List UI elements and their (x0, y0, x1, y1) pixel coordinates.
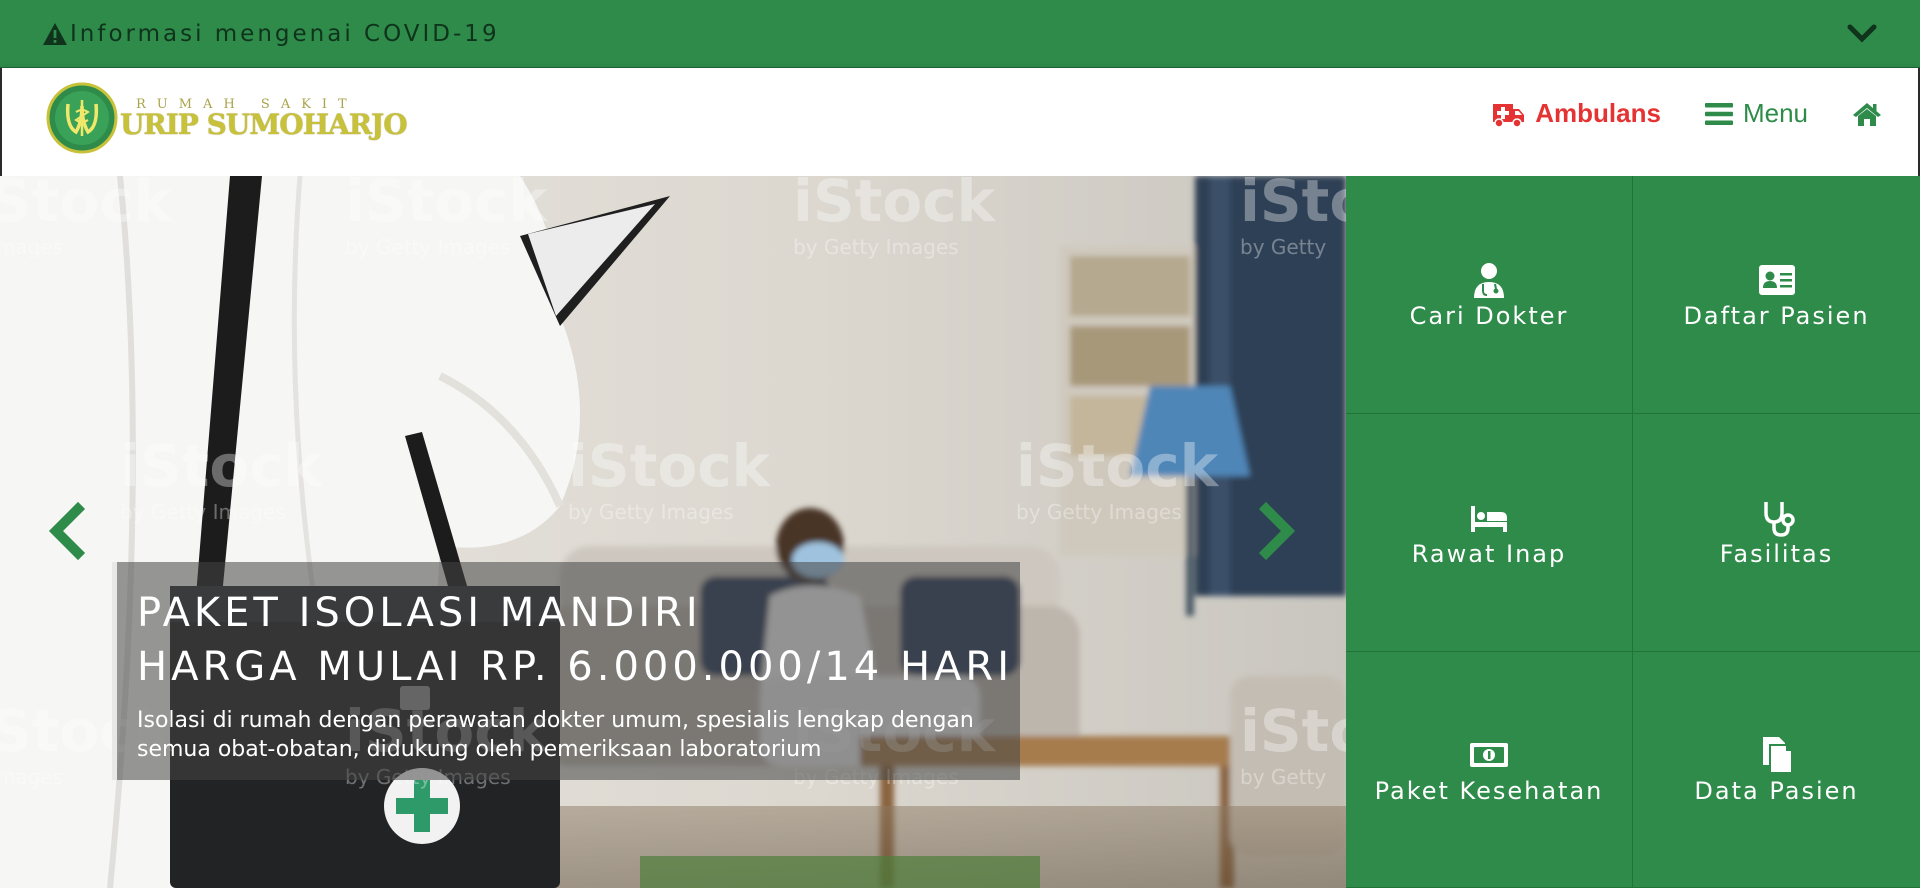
doctor-icon (1474, 262, 1504, 298)
tile-label: Daftar Pasien (1683, 301, 1870, 330)
slide-caption: PAKET ISOLASI MANDIRI HARGA MULAI RP. 6.… (112, 562, 1020, 780)
svg-text:by Getty Images: by Getty Images (345, 235, 511, 259)
tile-label: Data Pasien (1694, 776, 1859, 805)
documents-icon (1762, 736, 1793, 774)
chevron-down-icon[interactable] (1846, 22, 1878, 46)
home-link[interactable] (1852, 101, 1882, 127)
svg-text:by Getty Images: by Getty Images (793, 235, 959, 259)
tile-fasilitas[interactable]: Fasilitas (1633, 414, 1920, 652)
quick-access-grid: Cari Dokter Daftar Pasien Rawat Inap Fas… (1346, 176, 1920, 888)
site-logo[interactable]: RUMAH SAKIT URIP SUMOHARJO (46, 82, 408, 154)
slide-title-line2: HARGA MULAI RP. 6.000.000/14 HARI (137, 644, 1013, 690)
id-card-icon (1758, 264, 1795, 295)
hero-image: iStock iStock iStock iStock Images by Ge… (0, 176, 1346, 888)
site-header: RUMAH SAKIT URIP SUMOHARJO Ambulans Menu (0, 68, 1920, 176)
svg-text:iStock: iStock (120, 432, 324, 500)
svg-text:Images: Images (0, 765, 63, 789)
tile-rawat-inap[interactable]: Rawat Inap (1346, 414, 1633, 652)
covid-banner[interactable]: Informasi mengenai COVID-19 (0, 0, 1920, 68)
tile-paket-kesehatan[interactable]: Paket Kesehatan (1346, 652, 1633, 888)
header-nav: Ambulans Menu (1447, 98, 1882, 129)
svg-text:Images: Images (0, 235, 63, 259)
money-icon (1470, 742, 1508, 767)
ambulance-icon (1493, 103, 1525, 128)
ambulance-label: Ambulans (1535, 98, 1661, 128)
slider-next-arrow-icon[interactable] (1256, 501, 1300, 561)
menu-button[interactable]: Menu (1704, 98, 1808, 129)
svg-text:iStock: iStock (1016, 432, 1220, 500)
svg-text:iStock: iStock (1240, 176, 1346, 235)
home-icon (1853, 102, 1881, 126)
covid-banner-text: Informasi mengenai COVID-19 (70, 20, 500, 47)
svg-text:by Getty Images: by Getty Images (1016, 500, 1182, 524)
svg-text:iStock: iStock (568, 432, 772, 500)
hamburger-icon (1704, 102, 1733, 125)
svg-text:by Getty Images: by Getty Images (120, 500, 286, 524)
logo-emblem-icon (46, 82, 118, 154)
stethoscope-icon (1763, 501, 1795, 537)
bed-icon (1471, 505, 1507, 532)
logo-name: URIP SUMOHARJO (120, 107, 408, 141)
tile-label: Fasilitas (1719, 539, 1834, 568)
svg-text:iStock: iStock (793, 176, 997, 235)
tile-label: Cari Dokter (1409, 301, 1569, 330)
menu-label: Menu (1742, 98, 1808, 128)
warning-icon (43, 22, 67, 45)
svg-text:iStock: iStock (0, 176, 174, 235)
slide-title-line1: PAKET ISOLASI MANDIRI (137, 590, 702, 636)
slide-description: Isolasi di rumah dengan perawatan dokter… (137, 708, 974, 762)
svg-text:by Getty: by Getty (1240, 765, 1326, 789)
ambulance-link[interactable]: Ambulans (1491, 98, 1661, 129)
svg-text:iStock: iStock (345, 176, 549, 235)
svg-text:by Getty: by Getty (1240, 235, 1326, 259)
tile-cari-dokter[interactable]: Cari Dokter (1346, 176, 1633, 414)
svg-text:iSto: iSto (1240, 697, 1346, 765)
tile-label: Paket Kesehatan (1374, 776, 1604, 805)
tile-data-pasien[interactable]: Data Pasien (1633, 652, 1920, 888)
tile-label: Rawat Inap (1411, 539, 1567, 568)
svg-text:by Getty Images: by Getty Images (568, 500, 734, 524)
slider-prev-arrow-icon[interactable] (44, 501, 88, 561)
tile-daftar-pasien[interactable]: Daftar Pasien (1633, 176, 1920, 414)
hero-slider: iStock iStock iStock iStock Images by Ge… (0, 176, 1346, 888)
